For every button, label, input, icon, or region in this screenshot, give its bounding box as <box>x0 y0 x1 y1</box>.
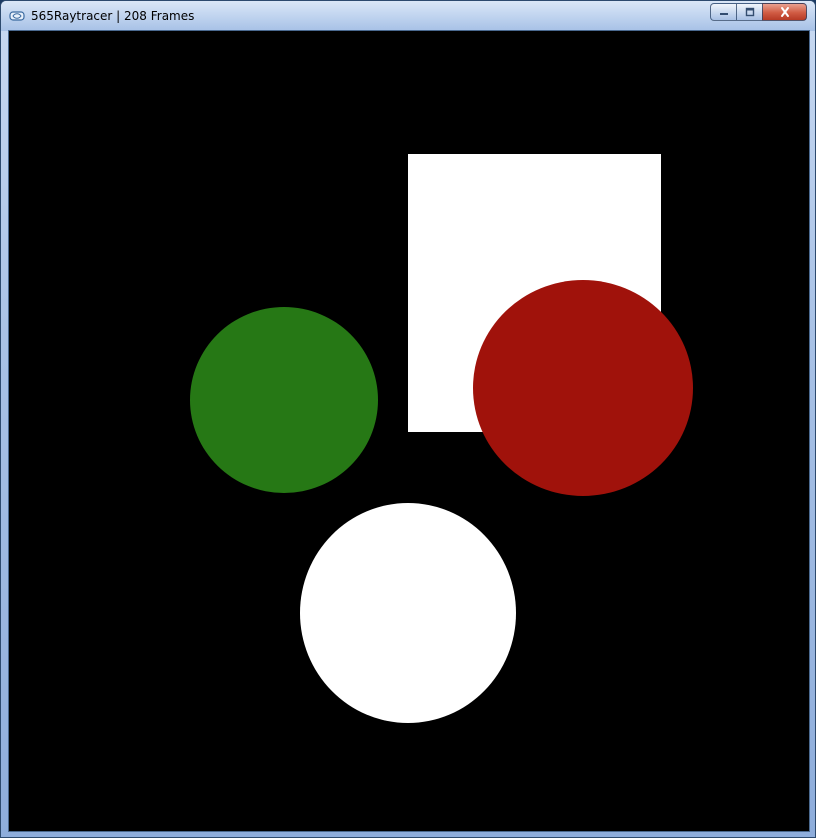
close-icon <box>778 3 792 22</box>
green-sphere <box>190 307 378 493</box>
minimize-button[interactable] <box>710 3 736 21</box>
close-button[interactable] <box>762 3 807 21</box>
window-title: 565Raytracer | 208 Frames <box>31 9 195 23</box>
window-titlebar[interactable]: 565Raytracer | 208 Frames <box>1 1 815 31</box>
red-sphere <box>473 280 693 496</box>
maximize-button[interactable] <box>736 3 762 21</box>
raytraced-scene <box>9 31 809 831</box>
white-sphere <box>300 503 516 723</box>
app-window-icon <box>9 9 25 23</box>
minimize-icon <box>718 3 730 22</box>
window-controls <box>710 3 807 23</box>
maximize-icon <box>744 3 756 22</box>
application-window: 565Raytracer | 208 Frames <box>0 0 816 838</box>
raytracer-viewport[interactable] <box>9 31 809 831</box>
